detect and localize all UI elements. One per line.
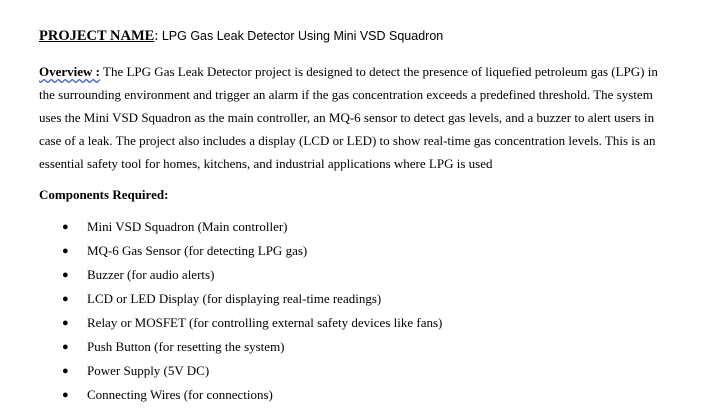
list-item-text: Buzzer (for audio alerts) — [87, 267, 215, 282]
project-name-label: PROJECT NAME — [39, 28, 155, 44]
document-page: PROJECT NAME: LPG Gas Leak Detector Usin… — [39, 26, 679, 407]
bullet-icon: ● — [62, 221, 69, 233]
list-item: ● Push Button (for resetting the system) — [39, 335, 679, 359]
list-item-text: Relay or MOSFET (for controlling externa… — [87, 315, 443, 330]
components-heading: Components Required: — [39, 187, 169, 202]
list-item: ● Mini VSD Squadron (Main controller) — [39, 215, 679, 239]
bullet-icon: ● — [62, 341, 69, 353]
list-item: ● MQ-6 Gas Sensor (for detecting LPG gas) — [39, 239, 679, 263]
list-item: ● Buzzer (for audio alerts) — [39, 263, 679, 287]
components-list: ● Mini VSD Squadron (Main controller) ● MQ… — [39, 215, 679, 407]
bullet-icon: ● — [62, 389, 69, 401]
list-item-text: MQ-6 Gas Sensor (for detecting LPG gas) — [87, 243, 308, 258]
bullet-icon: ● — [62, 269, 69, 281]
bullet-icon: ● — [62, 365, 69, 377]
list-item-text: Push Button (for resetting the system) — [87, 339, 285, 354]
list-item: ● LCD or LED Display (for displaying real… — [39, 287, 679, 311]
overview-label: Overview : — [39, 64, 101, 79]
project-name-value: LPG Gas Leak Detector Using Mini VSD Squ… — [158, 29, 444, 43]
list-item-text: Power Supply (5V DC) — [87, 363, 210, 378]
bullet-icon: ● — [62, 317, 69, 329]
list-item: ● Power Supply (5V DC) — [39, 359, 679, 383]
bullet-icon: ● — [62, 293, 69, 305]
list-item: ● Relay or MOSFET (for controlling extern… — [39, 311, 679, 335]
overview-text: The LPG Gas Leak Detector project is des… — [39, 64, 658, 171]
list-item-text: Mini VSD Squadron (Main controller) — [87, 219, 288, 234]
list-item: ● Connecting Wires (for connections) — [39, 383, 679, 407]
project-title-line: PROJECT NAME: LPG Gas Leak Detector Usin… — [39, 26, 679, 46]
overview-paragraph: Overview : The LPG Gas Leak Detector pro… — [39, 60, 674, 175]
list-item-text: LCD or LED Display (for displaying real-… — [87, 291, 382, 306]
bullet-icon: ● — [62, 245, 69, 257]
list-item-text: Connecting Wires (for connections) — [87, 387, 273, 402]
